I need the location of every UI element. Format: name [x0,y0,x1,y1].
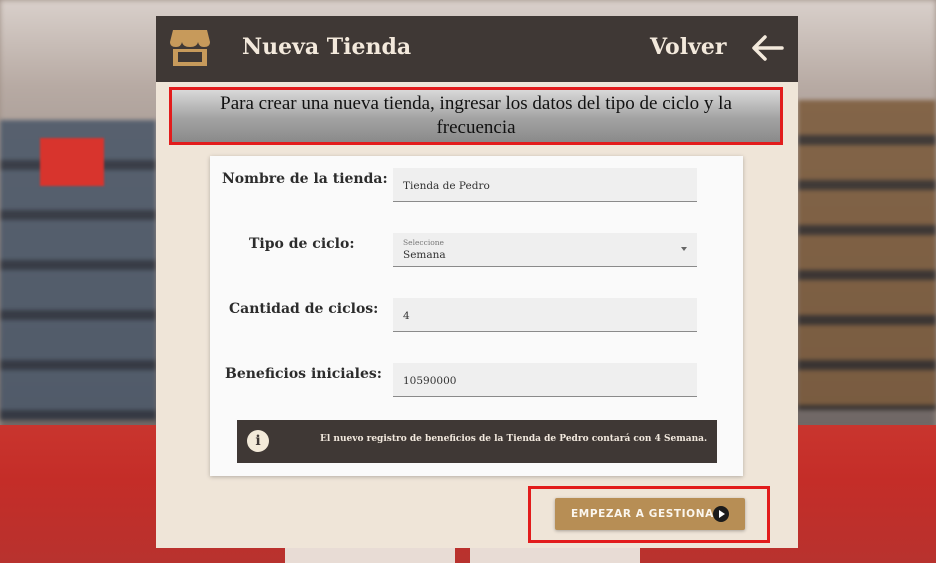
panel-header: Nueva Tienda Volver [156,16,798,82]
store-icon [170,30,210,66]
page-title: Nueva Tienda [242,34,412,60]
background-shelf-right [798,100,936,410]
cycle-count-field[interactable]: 4 [393,298,697,332]
background-tile-left [285,548,455,563]
store-form: Nombre de la tienda: Tienda de Pedro Tip… [210,156,743,476]
store-name-value: Tienda de Pedro [403,180,490,192]
back-button[interactable]: Volver [650,34,726,60]
cycle-type-hint: Seleccione [403,238,444,247]
info-icon: i [247,430,269,452]
cycle-type-label: Tipo de ciclo: [249,236,355,252]
instruction-banner: Para crear una nueva tienda, ingresar lo… [169,87,783,145]
initial-benefits-value: 10590000 [403,375,457,387]
store-name-field[interactable]: Tienda de Pedro [393,168,697,202]
background-tile-right [470,548,640,563]
start-managing-button[interactable]: EMPEZAR A GESTIONAR [555,498,745,530]
cycle-type-select[interactable]: Seleccione Semana [393,233,697,267]
cycle-type-value: Semana [403,249,446,261]
info-text: El nuevo registro de beneficios de la Ti… [320,434,708,444]
store-name-label: Nombre de la tienda: [222,171,388,187]
cycle-count-label: Cantidad de ciclos: [229,301,379,317]
new-store-panel: Nueva Tienda Volver Para crear una nueva… [156,16,798,548]
info-message: i El nuevo registro de beneficios de la … [237,420,717,463]
initial-benefits-label: Beneficios iniciales: [225,366,382,382]
background-sign [40,138,104,186]
cycle-count-value: 4 [403,310,410,322]
start-button-highlight: EMPEZAR A GESTIONAR [528,486,770,543]
arrow-left-icon[interactable] [750,34,784,62]
caret-down-icon [681,247,687,251]
start-managing-label: EMPEZAR A GESTIONAR [571,508,723,520]
play-circle-icon [713,506,729,522]
initial-benefits-field[interactable]: 10590000 [393,363,697,397]
